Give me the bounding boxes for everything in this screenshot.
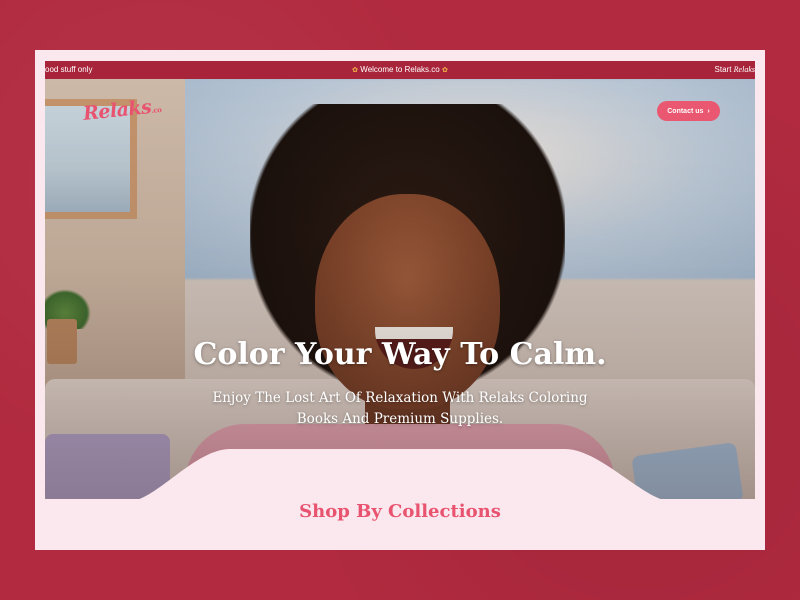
logo-suffix: .co <box>151 104 162 115</box>
announcement-bar: ood stuff only ✿ Welcome to Relaks.co ✿ … <box>45 61 755 79</box>
hero-bottom-curve <box>139 449 661 499</box>
hero-section: Relaks.co Contact us › Color Your Way To… <box>45 79 755 499</box>
contact-us-button[interactable]: Contact us › <box>657 101 720 121</box>
hero-headline: Color Your Way To Calm. <box>193 337 607 372</box>
announcement-welcome-text: Welcome to Relaks.co <box>360 65 440 74</box>
announcement-center: ✿ Welcome to Relaks.co ✿ <box>45 65 755 74</box>
website-frame: ood stuff only ✿ Welcome to Relaks.co ✿ … <box>35 50 765 550</box>
hero-subtext: Enjoy The Lost Art Of Relaxation With Re… <box>212 390 588 427</box>
hero-photo-overlay <box>45 79 755 499</box>
flower-icon: ✿ <box>352 67 359 74</box>
collections-heading: Shop By Collections <box>299 501 501 522</box>
announcement-right-prefix: Start <box>714 65 732 74</box>
announcement-right-brand: Relaks <box>733 65 755 74</box>
contact-us-label: Contact us <box>667 107 704 115</box>
flower-icon: ✿ <box>441 67 448 74</box>
announcement-right: Start Relaks <box>715 65 755 74</box>
chevron-right-icon: › <box>707 107 710 115</box>
